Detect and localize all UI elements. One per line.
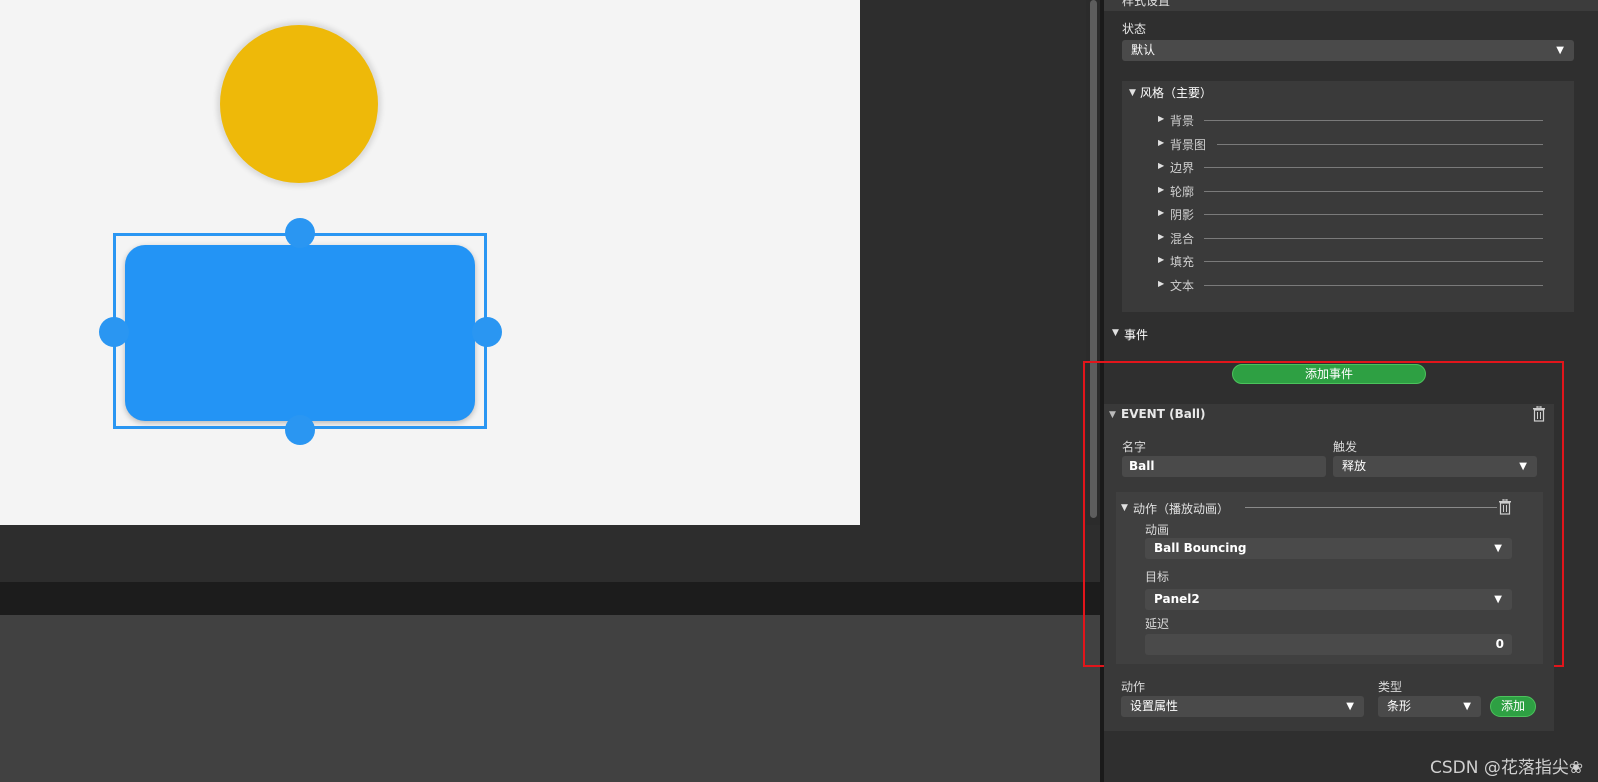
- chevron-down-icon: ▼: [1494, 594, 1502, 605]
- divider-line: [1204, 214, 1543, 215]
- state-select[interactable]: 默认 ▼: [1122, 40, 1574, 61]
- animation-select[interactable]: Ball Bouncing ▼: [1145, 538, 1512, 559]
- trash-icon[interactable]: [1498, 499, 1512, 515]
- canvas-footer-area: [0, 525, 1100, 582]
- triangle-right-icon: ▶: [1158, 231, 1165, 241]
- triangle-down-icon[interactable]: ▼: [1109, 410, 1116, 420]
- divider-line: [1204, 237, 1543, 239]
- delay-input[interactable]: 0: [1145, 634, 1512, 655]
- type-value: 条形: [1387, 699, 1412, 713]
- watermark: CSDN @花落指尖❀: [1430, 758, 1584, 778]
- target-label: 目标: [1145, 570, 1170, 584]
- divider-line: [1204, 120, 1543, 121]
- triangle-right-icon: ▶: [1158, 184, 1165, 194]
- style-item[interactable]: ▶ 背景图: [1158, 133, 1558, 155]
- action-type-label: 动作: [1121, 680, 1146, 694]
- triangle-right-icon: ▶: [1158, 255, 1165, 264]
- resize-handle-left[interactable]: [99, 317, 129, 347]
- action-card: ▼ 动作（播放动画） 动画 Ball Bouncing ▼ 目标 Panel2 …: [1116, 492, 1543, 664]
- chevron-down-icon: ▼: [1519, 461, 1527, 472]
- triangle-down-icon[interactable]: ▼: [1129, 88, 1136, 98]
- style-item[interactable]: ▶ 边界: [1158, 156, 1558, 178]
- event-title[interactable]: EVENT (Ball): [1121, 407, 1206, 421]
- events-section-header[interactable]: ▼ 事件: [1104, 322, 1598, 346]
- triangle-right-icon: ▶: [1158, 161, 1165, 170]
- design-canvas[interactable]: [0, 0, 860, 525]
- delay-label: 延迟: [1145, 617, 1170, 631]
- selection-frame: [113, 233, 487, 429]
- triangle-right-icon: ▶: [1158, 114, 1165, 123]
- divider-line: [1204, 284, 1543, 286]
- trigger-value: 释放: [1342, 459, 1367, 473]
- trigger-label: 触发: [1333, 440, 1358, 454]
- triangle-right-icon: ▶: [1158, 278, 1165, 288]
- divider-line: [1204, 261, 1543, 262]
- style-item[interactable]: ▶ 轮廓: [1158, 180, 1558, 202]
- animation-value: Ball Bouncing: [1154, 541, 1247, 555]
- action-type-value: 设置属性: [1130, 699, 1179, 713]
- triangle-right-icon: ▶: [1158, 208, 1165, 217]
- style-item[interactable]: ▶ 混合: [1158, 227, 1558, 249]
- state-value: 默认: [1131, 43, 1156, 57]
- trigger-select[interactable]: 释放 ▼: [1333, 456, 1537, 477]
- style-settings-header[interactable]: 样式设置: [1104, 0, 1598, 11]
- chevron-down-icon: ▼: [1494, 543, 1502, 554]
- resize-handle-bottom[interactable]: [285, 415, 315, 445]
- chevron-down-icon: ▼: [1346, 701, 1354, 712]
- target-select[interactable]: Panel2 ▼: [1145, 589, 1512, 610]
- triangle-down-icon: ▼: [1112, 328, 1119, 338]
- resize-handle-top[interactable]: [285, 218, 315, 248]
- style-item-label: 填充: [1170, 255, 1195, 269]
- style-item-label: 背景图: [1170, 137, 1207, 152]
- timeline-bar: [0, 582, 1100, 615]
- event-card: ▼ EVENT (Ball) 名字 Ball 触发 释放 ▼ ▼ 动作（播放动画…: [1104, 404, 1554, 731]
- state-label: 状态: [1122, 22, 1147, 36]
- type-label: 类型: [1378, 680, 1403, 694]
- type-select[interactable]: 条形 ▼: [1378, 696, 1481, 717]
- ball-element[interactable]: [220, 25, 378, 183]
- divider-line: [1204, 167, 1543, 168]
- action-title[interactable]: 动作（播放动画）: [1133, 500, 1229, 517]
- add-event-button[interactable]: 添加事件: [1232, 364, 1426, 384]
- resize-handle-right[interactable]: [472, 317, 502, 347]
- style-item[interactable]: ▶ 背景: [1158, 109, 1558, 131]
- events-title: 事件: [1124, 328, 1149, 342]
- add-action-button[interactable]: 添加: [1490, 696, 1536, 717]
- canvas-gutter: [860, 0, 1100, 525]
- trash-icon[interactable]: [1532, 406, 1546, 422]
- triangle-right-icon: ▶: [1158, 137, 1165, 147]
- divider-line: [1204, 190, 1543, 192]
- style-item-label: 轮廓: [1170, 184, 1195, 199]
- style-item-label: 背景: [1170, 114, 1195, 128]
- style-item[interactable]: ▶ 填充: [1158, 250, 1558, 272]
- triangle-down-icon[interactable]: ▼: [1121, 503, 1128, 513]
- style-item-label: 边界: [1170, 161, 1195, 175]
- style-item[interactable]: ▶ 阴影: [1158, 203, 1558, 225]
- name-label: 名字: [1122, 440, 1147, 454]
- chevron-down-icon: ▼: [1556, 45, 1564, 56]
- event-name-input[interactable]: Ball: [1122, 456, 1326, 477]
- animation-label: 动画: [1145, 523, 1170, 537]
- style-group: ▼ 风格（主要） ▶ 背景 ▶ 背景图 ▶ 边界 ▶ 轮廓 ▶ 阴影 ▶ 混合 ▶ 填充 ▶ 文本: [1122, 81, 1574, 312]
- style-item-label: 文本: [1170, 278, 1195, 293]
- chevron-down-icon: ▼: [1463, 701, 1471, 712]
- inspector-panel: 样式设置 状态 默认 ▼ ▼ 风格（主要） ▶ 背景 ▶ 背景图 ▶ 边界 ▶ 轮廓 ▶ 阴影 ▶ 混…: [1083, 0, 1598, 782]
- style-item[interactable]: ▶ 文本: [1158, 274, 1558, 296]
- divider-line: [1245, 507, 1497, 508]
- action-type-select[interactable]: 设置属性 ▼: [1121, 696, 1364, 717]
- divider-line: [1217, 143, 1543, 145]
- target-value: Panel2: [1154, 592, 1200, 606]
- style-settings-label: 样式设置: [1122, 0, 1171, 8]
- bottom-panel: [0, 615, 1100, 782]
- style-group-title[interactable]: 风格（主要）: [1140, 84, 1212, 101]
- style-item-label: 混合: [1170, 231, 1195, 246]
- style-item-label: 阴影: [1170, 208, 1195, 222]
